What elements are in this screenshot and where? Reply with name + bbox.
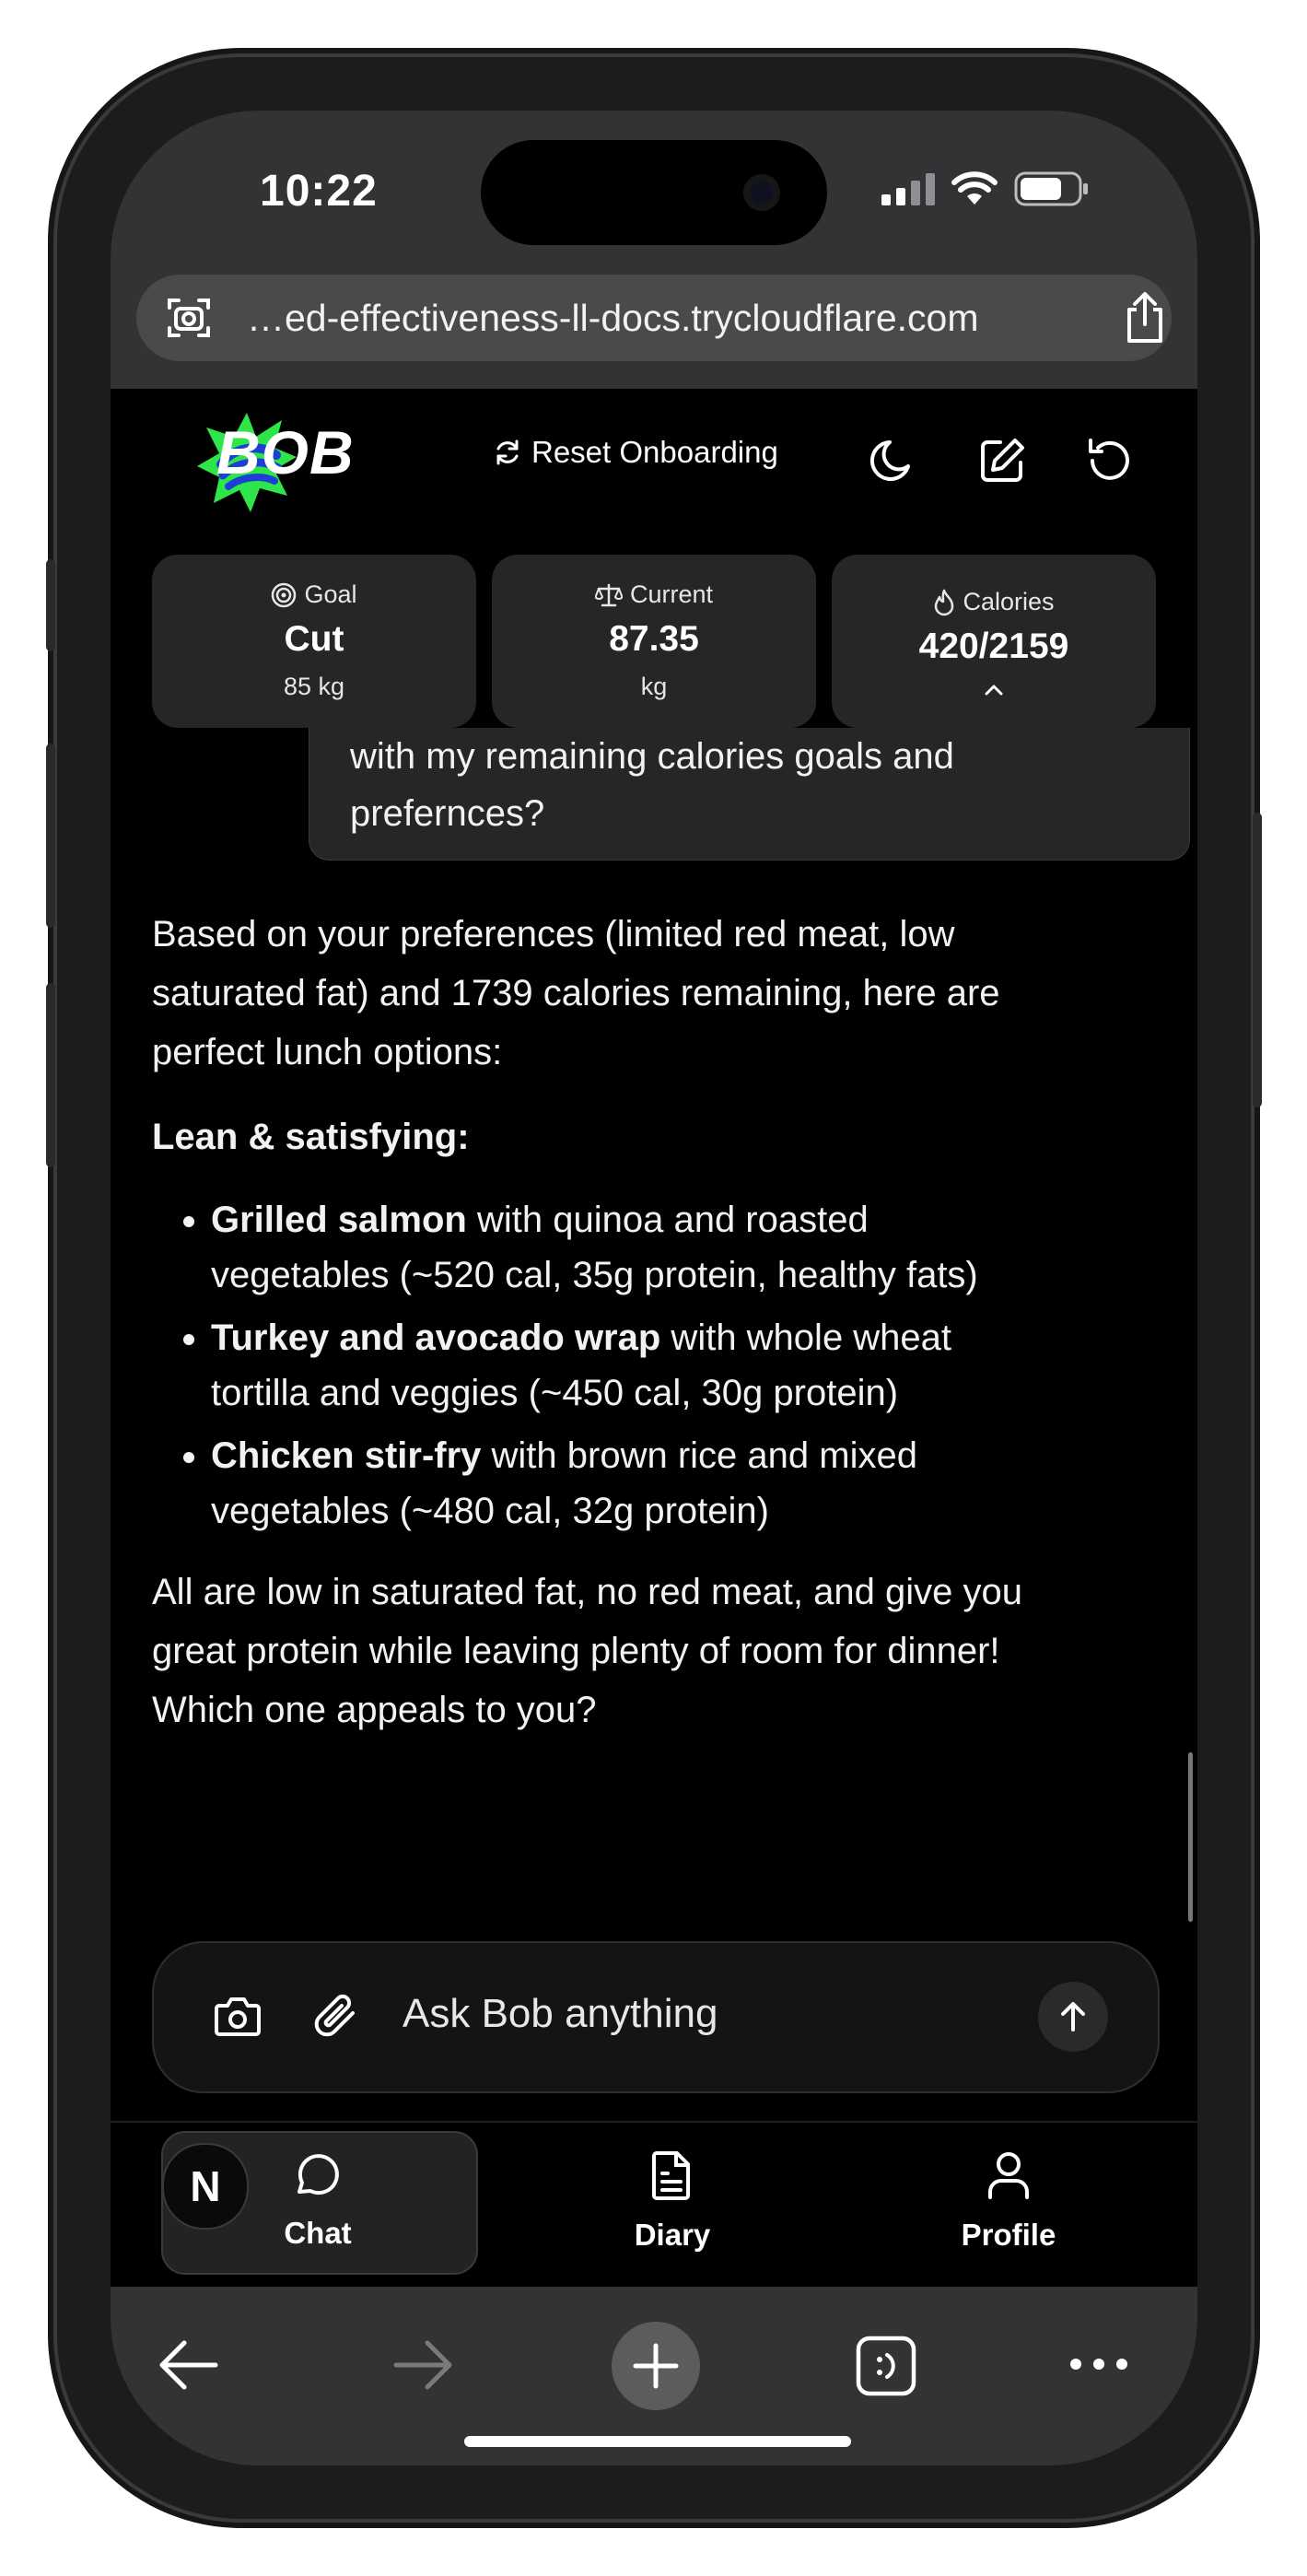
nav-label-diary: Diary [634,2218,711,2252]
chat-input-field[interactable]: Ask Bob anything [403,1991,718,2037]
nav-label-profile: Profile [961,2218,1056,2252]
camera-icon[interactable] [214,1995,262,2037]
calories-value: 420/2159 [918,626,1069,666]
action-button [46,559,55,651]
calories-label: Calories [963,588,1055,615]
nav-item-diary[interactable]: Diary [580,2133,764,2271]
current-label-row: Current [492,580,816,609]
tabs-icon[interactable] [855,2335,917,2397]
restart-icon[interactable] [1083,435,1135,486]
flame-icon [935,589,954,615]
reset-onboarding-button[interactable]: Reset Onboarding [493,435,778,470]
reset-onboarding-label: Reset Onboarding [531,435,778,469]
nav-label-chat: Chat [284,2216,352,2250]
camera-lens-icon [743,174,780,211]
list-item: Chicken stir-fry with brown rice and mix… [211,1428,1036,1539]
send-button[interactable] [1038,1982,1108,2052]
volume-up-button [46,744,55,928]
refresh-icon [496,439,519,465]
current-weight-card[interactable]: Current 87.35 kg [492,555,816,728]
assistant-outro: All are low in saturated fat, no red mea… [152,1572,1022,1730]
chat-input-bar[interactable]: Ask Bob anything [152,1941,1160,2093]
wifi-icon [951,171,998,205]
current-unit: kg [640,673,668,700]
battery-icon [1014,171,1088,206]
status-time: 10:22 [260,167,378,216]
power-button [1253,813,1262,1107]
goal-unit: 85 kg [283,673,345,700]
list-item: Turkey and avocado wrap with whole wheat… [211,1310,1036,1421]
goal-card[interactable]: Goal Cut 85 kg [152,555,476,728]
new-chat-edit-icon[interactable] [976,435,1028,486]
document-icon [652,2151,690,2200]
home-indicator [464,2436,851,2447]
share-icon[interactable] [1122,291,1168,345]
nav-item-profile[interactable]: Profile [916,2133,1101,2271]
calories-label-row: Calories [832,588,1156,616]
nav-divider [111,2121,1197,2123]
brand-name: BOB [216,418,355,486]
volume-down-button [46,983,55,1167]
goal-label: Goal [304,580,357,608]
more-menu-icon[interactable] [1068,2353,1129,2375]
user-message-text: with my remaining calories goals and pre… [350,728,1161,842]
goal-value: Cut [284,619,344,659]
scrollbar-thumb[interactable] [1188,1752,1193,1922]
chevron-up-icon[interactable] [984,684,1004,697]
plus-icon [633,2343,679,2389]
assistant-message: Based on your preferences (limited red m… [152,905,1036,1765]
url-text[interactable]: …ed-effectiveness-ll-docs.trycloudflare.… [247,297,979,340]
option-name: Chicken stir-fry [211,1435,482,1476]
new-tab-button[interactable] [612,2322,700,2410]
cellular-signal-icon [881,173,935,205]
option-name: Turkey and avocado wrap [211,1317,661,1358]
dark-mode-moon-icon[interactable] [868,435,919,486]
paperclip-icon[interactable] [312,1991,360,2041]
current-value: 87.35 [609,619,699,659]
status-icons [881,171,1090,206]
user-message-line: prefernces? [350,793,545,834]
calories-card[interactable]: Calories 420/2159 [832,555,1156,728]
goal-label-row: Goal [152,580,476,609]
target-icon [272,582,297,607]
assistant-intro: Based on your preferences (limited red m… [152,914,1000,1072]
screen: 10:22 …ed-effectiveness-ll-docs.trycloud… [111,111,1197,2465]
user-message-bubble: with my remaining calories goals and pre… [309,728,1190,861]
forward-arrow-icon[interactable] [392,2337,455,2393]
option-name: Grilled salmon [211,1200,467,1240]
dynamic-island [481,140,827,245]
page-info-icon[interactable] [164,293,214,343]
lunch-options-list: Grilled salmon with quinoa and roasted v… [152,1192,1036,1539]
scale-icon [594,583,623,606]
arrow-up-icon [1061,2002,1085,2032]
back-arrow-icon[interactable] [157,2337,219,2393]
user-message-line: with my remaining calories goals and [350,736,954,777]
chat-bubble-icon [298,2154,339,2195]
assistant-heading: Lean & satisfying: [152,1117,470,1157]
address-bar[interactable]: …ed-effectiveness-ll-docs.trycloudflare.… [136,275,1172,361]
list-item: Grilled salmon with quinoa and roasted v… [211,1192,1036,1303]
current-label: Current [629,580,714,608]
user-avatar[interactable]: N [162,2143,249,2230]
user-icon [988,2152,1029,2199]
